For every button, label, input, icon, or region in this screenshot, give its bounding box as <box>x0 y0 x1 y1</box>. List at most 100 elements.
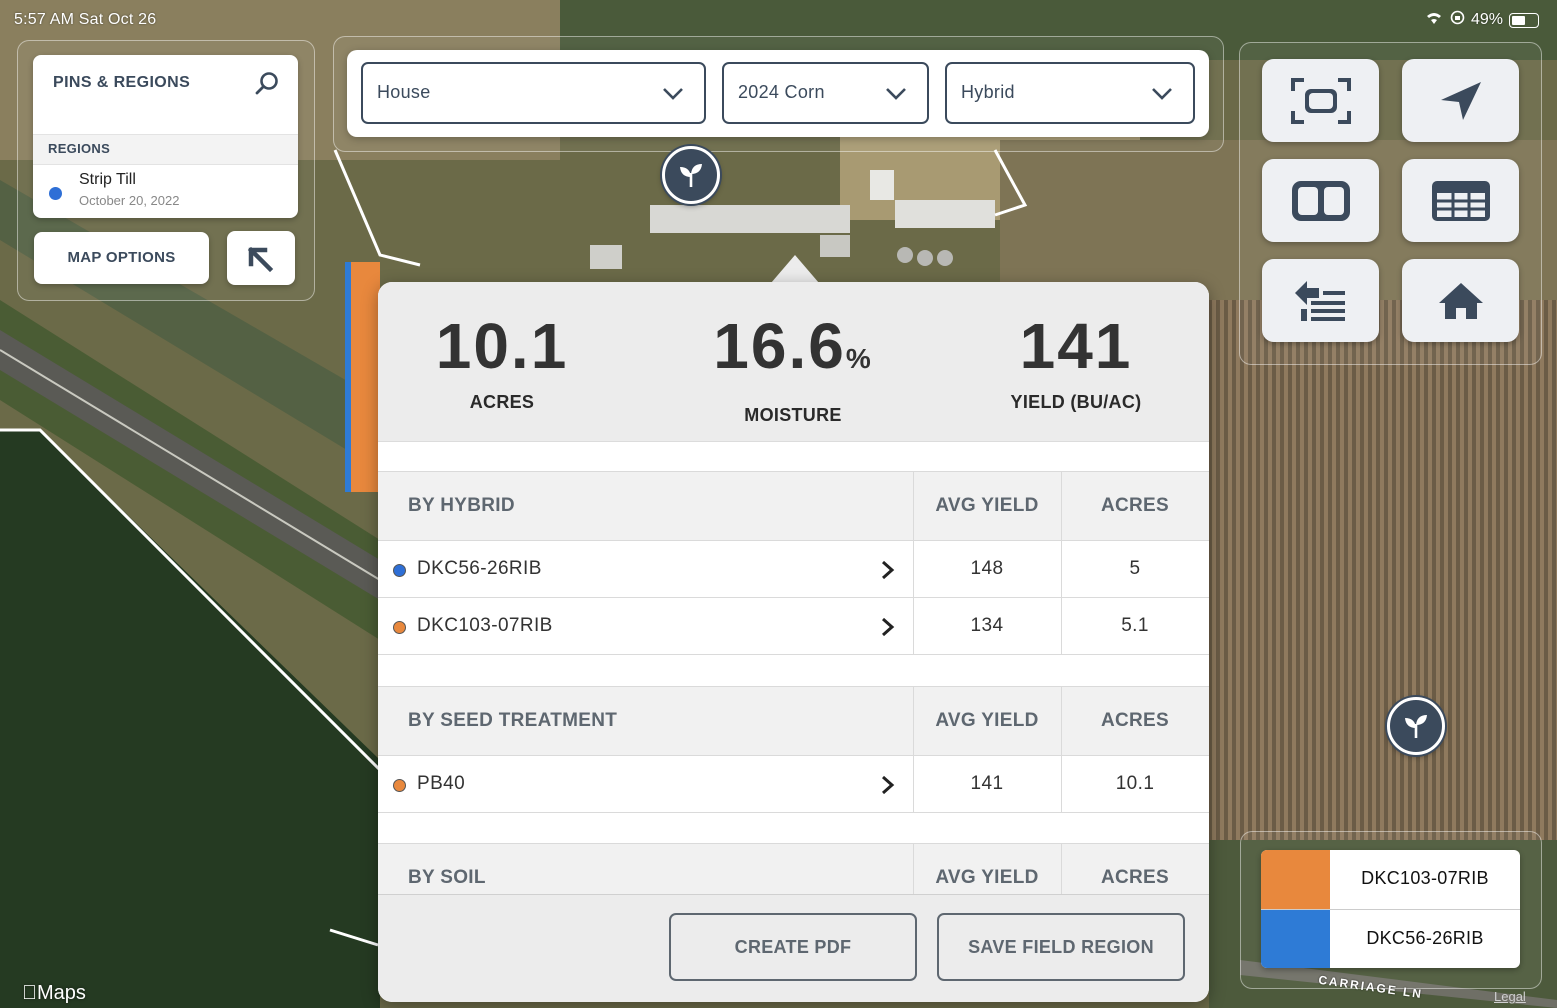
search-icon[interactable] <box>254 71 280 97</box>
by-seed-treatment-header: BY SEED TREATMENT AVG YIELD ACRES <box>378 686 1209 756</box>
by-seed-treatment-title: BY SEED TREATMENT <box>408 710 618 731</box>
home-button[interactable] <box>1402 259 1519 342</box>
farm-dropdown-value: House <box>377 82 431 102</box>
layer-dropdown-value: Hybrid <box>961 82 1015 102</box>
acres-header: ACRES <box>1100 867 1169 888</box>
season-dropdown[interactable]: 2024 Corn <box>722 62 929 124</box>
region-item[interactable]: Strip Till October 20, 2022 <box>33 165 298 217</box>
arrow-up-left-icon <box>247 246 274 273</box>
table-row[interactable]: DKC103-07RIB 134 5.1 <box>378 598 1209 655</box>
map-pin[interactable] <box>1387 697 1445 755</box>
pins-regions-header: PINS & REGIONS <box>33 55 298 135</box>
summary-stats: 10.1 ACRES 16.6% MOISTURE 141 YIELD (BU/… <box>378 282 1209 442</box>
farm-dropdown[interactable]: House <box>361 62 706 124</box>
split-view-icon <box>1291 180 1350 221</box>
acres-label: ACRES <box>469 392 535 412</box>
treatment-color-dot <box>393 779 406 792</box>
moisture-value-wrap: 16.6% <box>696 310 890 395</box>
region-summary-popup: 10.1 ACRES 16.6% MOISTURE 141 YIELD (BU/… <box>378 282 1209 1002</box>
layers-list-button[interactable] <box>1262 259 1379 342</box>
legend-label: DKC103-07RIB <box>1361 868 1489 888</box>
fullscreen-button[interactable] <box>1262 59 1379 142</box>
avg-yield-value: 134 <box>970 615 1004 636</box>
legend-item: DKC103-07RIB <box>1261 850 1520 909</box>
chevron-right-icon <box>882 775 895 795</box>
save-field-region-button[interactable]: SAVE FIELD REGION <box>937 913 1185 981</box>
legend-item: DKC56-26RIB <box>1261 909 1520 968</box>
table-icon <box>1431 180 1490 221</box>
treatment-name: PB40 <box>417 773 466 794</box>
by-hybrid-title: BY HYBRID <box>408 495 515 516</box>
status-indicators: 49% <box>1424 10 1539 30</box>
hybrid-name: DKC56-26RIB <box>417 558 542 579</box>
map-options-button[interactable]: MAP OPTIONS <box>34 232 209 284</box>
regions-section-label: REGIONS <box>33 135 298 165</box>
acres-value: 5 <box>1129 558 1141 579</box>
yield-value: 141 <box>1019 310 1133 382</box>
battery-icon <box>1509 12 1539 28</box>
maps-credit: Maps <box>22 982 86 1005</box>
avg-yield-value: 141 <box>970 773 1004 794</box>
region-color-dot <box>49 187 62 200</box>
collapse-panel-button[interactable] <box>227 231 295 285</box>
acres-value: 5.1 <box>1121 615 1149 636</box>
hybrid-color-dot <box>393 621 406 634</box>
maps-credit-text: Maps <box>22 982 86 1004</box>
popup-pointer <box>771 255 819 283</box>
legal-link[interactable]: Legal <box>1494 989 1526 1004</box>
season-dropdown-value: 2024 Corn <box>738 82 825 102</box>
chevron-down-icon <box>1152 88 1172 100</box>
table-row[interactable]: DKC56-26RIB 148 5 <box>378 541 1209 598</box>
layers-list-icon <box>1294 280 1345 321</box>
sprout-icon <box>1405 715 1427 738</box>
table-button[interactable] <box>1402 159 1519 242</box>
region-date: October 20, 2022 <box>79 193 180 208</box>
avg-yield-header: AVG YIELD <box>935 867 1039 888</box>
create-pdf-button[interactable]: CREATE PDF <box>669 913 917 981</box>
chevron-down-icon <box>886 88 906 100</box>
chevron-right-icon <box>882 617 895 637</box>
split-view-button[interactable] <box>1262 159 1379 242</box>
sprout-icon <box>680 164 702 187</box>
status-time-date: 5:57 AM Sat Oct 26 <box>14 11 157 28</box>
hybrid-name: DKC103-07RIB <box>417 615 553 636</box>
wifi-icon <box>1424 10 1444 30</box>
acres-value: 10.1 <box>435 310 569 382</box>
region-name: Strip Till <box>79 171 136 188</box>
avg-yield-value: 148 <box>970 558 1004 579</box>
moisture-value: 16.6 <box>713 310 846 382</box>
location-arrow-icon <box>1440 81 1481 120</box>
by-hybrid-header: BY HYBRID AVG YIELD ACRES <box>378 471 1209 541</box>
hybrid-legend: DKC103-07RIB DKC56-26RIB <box>1261 850 1520 968</box>
table-row[interactable]: PB40 141 10.1 <box>378 756 1209 813</box>
legend-label: DKC56-26RIB <box>1366 928 1484 948</box>
layer-dropdown[interactable]: Hybrid <box>945 62 1195 124</box>
pins-regions-title: PINS & REGIONS <box>53 74 191 91</box>
legend-swatch <box>1261 910 1330 968</box>
legend-swatch <box>1261 850 1330 909</box>
battery-percent: 49% <box>1470 11 1503 28</box>
map-pin[interactable] <box>662 146 720 204</box>
avg-yield-header: AVG YIELD <box>935 495 1039 516</box>
hybrid-color-dot <box>393 564 406 577</box>
fullscreen-icon <box>1290 77 1351 124</box>
locate-button[interactable] <box>1402 59 1519 142</box>
chevron-right-icon <box>882 560 895 580</box>
chevron-down-icon <box>663 88 683 100</box>
acres-value: 10.1 <box>1115 773 1155 794</box>
avg-yield-header: AVG YIELD <box>935 710 1039 731</box>
yield-stat: 141 YIELD (BU/AC) <box>976 310 1176 413</box>
moisture-label: MOISTURE <box>744 405 842 425</box>
orientation-lock-icon <box>1450 10 1465 30</box>
apple-logo-icon:  <box>22 982 37 1004</box>
yield-label: YIELD (BU/AC) <box>1010 392 1142 412</box>
by-seed-treatment-section: BY SEED TREATMENT AVG YIELD ACRES PB40 1… <box>378 686 1209 813</box>
popup-footer: CREATE PDF SAVE FIELD REGION <box>378 894 1209 1002</box>
moisture-stat: 16.6% MOISTURE <box>696 310 890 426</box>
pins-regions-panel: PINS & REGIONS REGIONS Strip Till Octobe… <box>33 55 298 218</box>
moisture-unit: % <box>845 343 873 374</box>
acres-stat: 10.1 ACRES <box>422 310 582 413</box>
by-soil-title: BY SOIL <box>408 867 486 888</box>
home-icon <box>1438 282 1483 319</box>
acres-header: ACRES <box>1100 495 1169 516</box>
